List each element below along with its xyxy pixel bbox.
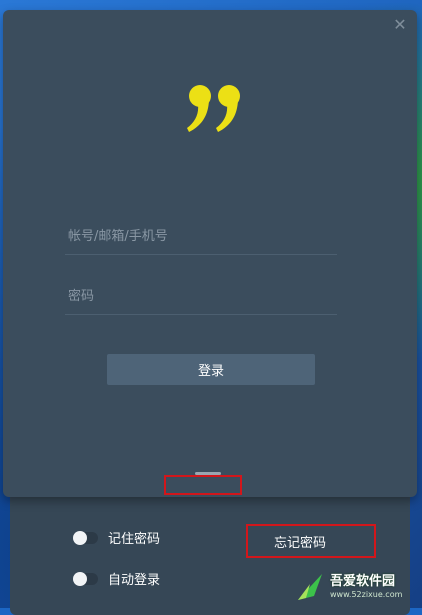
- watermark: 吾爱软件园 www.52zixue.com: [292, 568, 420, 606]
- account-input[interactable]: [65, 218, 343, 254]
- close-icon[interactable]: ✕: [391, 16, 409, 34]
- highlight-box-handle: [164, 475, 242, 495]
- toggle-switch[interactable]: [73, 530, 98, 545]
- toggle-switch[interactable]: [73, 571, 98, 586]
- password-input[interactable]: [65, 278, 343, 314]
- auto-login-label: 自动登录: [108, 573, 161, 588]
- watermark-title: 吾爱软件园: [330, 574, 396, 589]
- account-field: [65, 218, 343, 255]
- remember-password-toggle[interactable]: 记住密码: [73, 528, 161, 547]
- watermark-subtitle: www.52zixue.com: [330, 590, 403, 599]
- forgot-password-link[interactable]: 忘记密码: [246, 524, 376, 558]
- auto-login-toggle[interactable]: 自动登录: [73, 569, 161, 588]
- login-dialog: ✕ 登录: [3, 10, 417, 497]
- watermark-logo-icon: [298, 574, 322, 600]
- remember-password-label: 记住密码: [108, 532, 161, 547]
- login-button[interactable]: 登录: [107, 354, 315, 385]
- forgot-password-label: 忘记密码: [274, 535, 327, 551]
- password-field: [65, 278, 343, 315]
- quote-logo-icon: [187, 85, 240, 132]
